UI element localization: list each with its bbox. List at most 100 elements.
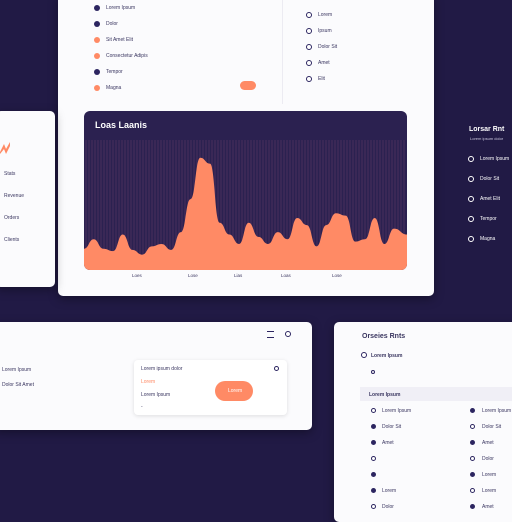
- bottom-right-card: Orseies Rnts Lorem Ipsum Lorem Ipsum Lor…: [334, 322, 512, 522]
- x-axis-tick-label: Loes: [132, 273, 142, 278]
- top-right-item-label: Ipsum: [318, 28, 332, 34]
- submit-button-label: Lorem: [228, 388, 243, 394]
- table-row-label[interactable]: Amet: [482, 440, 494, 446]
- right-side-item-label: Tempor: [480, 216, 497, 222]
- table-row-icon: [470, 472, 475, 477]
- x-axis-tick-label: Lose: [332, 273, 342, 278]
- ring-circle-icon: [468, 236, 474, 242]
- bottom-left-list-item[interactable]: Lorem Ipsum: [2, 367, 31, 373]
- orange-pill-button[interactable]: [240, 81, 256, 90]
- section-icon: [361, 352, 367, 358]
- right-side-item[interactable]: Amet Elit: [468, 195, 512, 203]
- table-row-icon: [371, 408, 376, 413]
- top-menu-item-label: Lorem Ipsum: [106, 5, 136, 11]
- right-side-item[interactable]: Dolor Sit: [468, 175, 512, 183]
- table-row-icon: [470, 504, 475, 509]
- ring-circle-icon: [468, 196, 474, 202]
- left-menu-item[interactable]: Stats: [4, 171, 15, 177]
- left-menu-item[interactable]: Clients: [4, 237, 19, 243]
- top-menu-item[interactable]: Dolor: [94, 20, 204, 28]
- table-row-label[interactable]: Amet: [482, 504, 494, 510]
- orange-circle-icon: [94, 85, 100, 91]
- x-axis-tick-label: Loas: [281, 273, 291, 278]
- submit-button[interactable]: Lorem: [215, 381, 253, 401]
- form-row-3: -: [141, 404, 143, 410]
- table-header-label: Lorem Ipsum: [369, 392, 401, 398]
- search-icon[interactable]: [274, 366, 279, 371]
- table-row-icon: [371, 472, 376, 477]
- table-row-label[interactable]: Dolor: [382, 504, 394, 510]
- dark-circle-icon: [94, 69, 100, 75]
- table-row-icon: [371, 504, 376, 509]
- table-row-icon: [371, 424, 376, 429]
- list-icon[interactable]: [267, 331, 274, 338]
- table-row-icon: [371, 456, 376, 461]
- table-row-icon: [371, 440, 376, 445]
- top-right-item[interactable]: Lorem: [306, 11, 386, 19]
- ring-circle-icon: [306, 76, 312, 82]
- right-side-item-label: Lorem Ipsum: [480, 156, 510, 162]
- right-side-title: Lorsar Rnt: [469, 126, 505, 133]
- right-side-item[interactable]: Tempor: [468, 215, 512, 223]
- table-row-label[interactable]: Lorem: [482, 472, 496, 478]
- right-side-item[interactable]: Magna: [468, 235, 512, 243]
- circle-icon[interactable]: [285, 331, 291, 337]
- top-right-item[interactable]: Ipsum: [306, 27, 386, 35]
- top-menu-item-label: Tempor: [106, 69, 123, 75]
- table-row-icon: [470, 424, 475, 429]
- top-right-item-label: Elit: [318, 76, 325, 82]
- table-row-icon: [470, 440, 475, 445]
- left-card: Stats Revenue Orders Clients: [0, 111, 55, 287]
- ring-circle-icon: [306, 28, 312, 34]
- x-axis-tick-label: Lose: [188, 273, 198, 278]
- form-tag: Lorem: [141, 379, 156, 385]
- table-row-label[interactable]: Dolor Sit: [382, 424, 401, 430]
- table-row-label[interactable]: Dolor: [482, 456, 494, 462]
- ring-circle-icon: [306, 44, 312, 50]
- top-right-item[interactable]: Dolor Sit: [306, 43, 386, 51]
- chart-panel: Loas Laanis: [84, 111, 407, 270]
- dark-circle-icon: [94, 21, 100, 27]
- orange-circle-icon: [94, 37, 100, 43]
- ring-circle-icon: [306, 60, 312, 66]
- chart-title: Loas Laanis: [95, 120, 148, 130]
- top-right-item-label: Amet: [318, 60, 330, 66]
- left-menu-item[interactable]: Orders: [4, 215, 19, 221]
- dark-circle-icon: [94, 5, 100, 11]
- table-row-icon: [371, 488, 376, 493]
- table-row-label[interactable]: Dolor Sit: [482, 424, 501, 430]
- bottom-left-card: Lorem Ipsum Dolor Sit Amet Lorem ipsum do…: [0, 322, 312, 430]
- top-right-item-label: Lorem: [318, 12, 333, 18]
- table-row-icon: [470, 408, 475, 413]
- table-row-label[interactable]: Lorem Ipsum: [382, 408, 411, 414]
- top-right-item-label: Dolor Sit: [318, 44, 338, 50]
- right-side-item[interactable]: Lorem Ipsum: [468, 155, 512, 163]
- left-menu-item[interactable]: Revenue: [4, 193, 24, 199]
- subsection-icon: [371, 370, 375, 374]
- ring-circle-icon: [468, 176, 474, 182]
- table-row-label[interactable]: Lorem Ipsum: [482, 408, 511, 414]
- top-panel: Lorem Ipsum Dolor Sit Amet Elit Consectetur…: [58, 0, 434, 296]
- panel-divider: [282, 0, 283, 104]
- bottom-right-title: Orseies Rnts: [362, 333, 406, 340]
- orange-logo-icon: [0, 141, 10, 154]
- chart-area: [84, 140, 407, 270]
- orange-circle-icon: [94, 53, 100, 59]
- right-side-item-label: Dolor Sit: [480, 176, 500, 182]
- right-side-item-label: Amet Elit: [480, 196, 501, 202]
- table-row-label[interactable]: Lorem: [382, 488, 396, 494]
- top-menu-item[interactable]: Magna: [94, 84, 204, 92]
- top-menu-item-label: Consectetur Adipis: [106, 53, 148, 59]
- top-menu-item[interactable]: Consectetur Adipis: [94, 52, 204, 60]
- table-row-label[interactable]: Lorem: [482, 488, 496, 494]
- top-menu-item[interactable]: Lorem Ipsum: [94, 4, 204, 12]
- table-row-label[interactable]: Amet: [382, 440, 394, 446]
- table-row-icon: [470, 488, 475, 493]
- top-right-item[interactable]: Amet: [306, 59, 386, 67]
- table-row-icon: [470, 456, 475, 461]
- top-menu-item[interactable]: Tempor: [94, 68, 204, 76]
- form-row-2: Lorem Ipsum: [141, 392, 171, 398]
- top-menu-item[interactable]: Sit Amet Elit: [94, 36, 204, 44]
- bottom-left-list-item[interactable]: Dolor Sit Amet: [2, 382, 34, 388]
- top-right-item[interactable]: Elit: [306, 75, 386, 83]
